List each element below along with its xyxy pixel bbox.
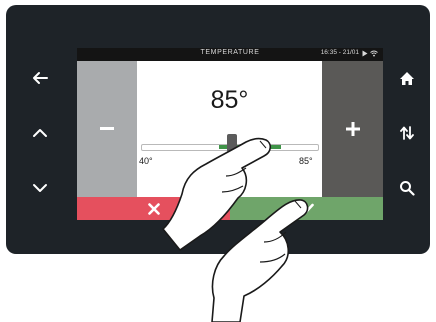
temperature-value: 85° [210,86,249,114]
minus-icon [100,127,114,130]
wifi-icon [370,50,378,57]
device-frame: TEMPERATURE 16:35 - 21/01 85° 40° 85° [6,5,430,254]
increase-button[interactable] [322,61,383,197]
up-button[interactable] [28,121,52,145]
search-icon [400,181,415,196]
slider-min-label: 40° [139,156,153,166]
status-bar: TEMPERATURE 16:35 - 21/01 [77,48,383,61]
arrow-left-icon [33,72,48,84]
sort-button[interactable] [395,121,419,145]
play-icon [362,50,368,57]
touch-screen: TEMPERATURE 16:35 - 21/01 85° 40° 85° [77,48,383,220]
home-button[interactable] [395,66,419,90]
search-button[interactable] [395,176,419,200]
cancel-button[interactable] [77,197,230,220]
status-time: 16:35 - 21/01 [320,49,359,56]
chevron-down-icon [33,184,47,192]
sort-icon [400,126,414,140]
back-button[interactable] [28,66,52,90]
slider-thumb[interactable] [227,134,237,152]
chevron-up-icon [33,129,47,137]
down-button[interactable] [28,176,52,200]
decrease-button[interactable] [77,61,137,197]
plus-icon [345,122,360,136]
confirm-button[interactable] [230,197,383,220]
home-icon [400,71,414,85]
check-icon [299,203,314,214]
close-icon [147,202,160,215]
slider-max-label: 85° [299,156,313,166]
